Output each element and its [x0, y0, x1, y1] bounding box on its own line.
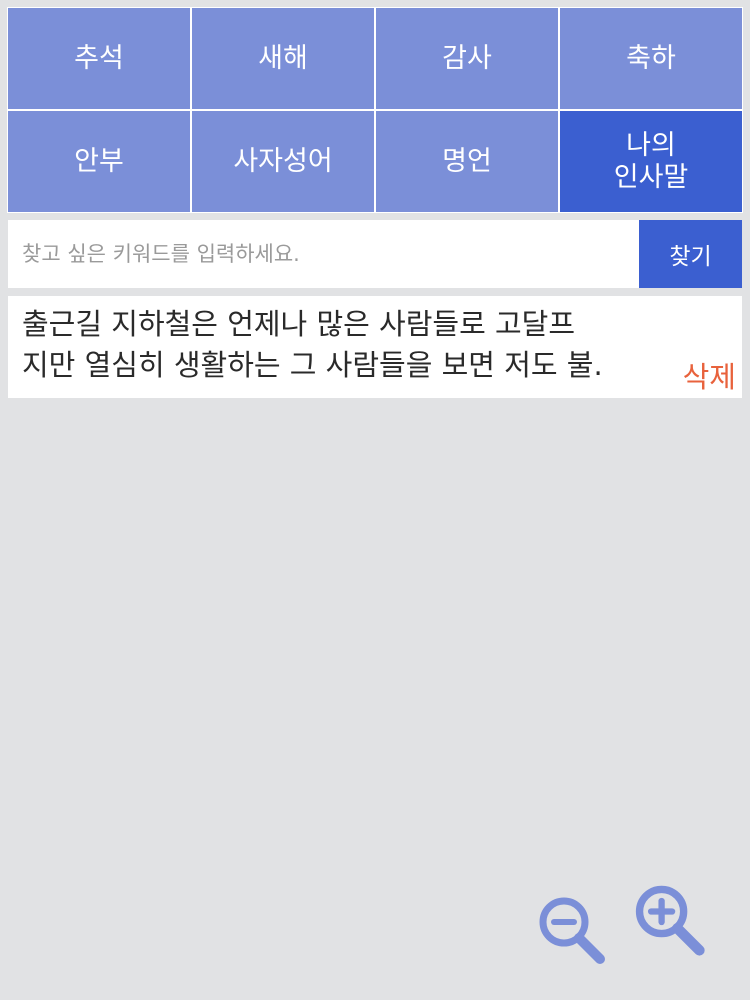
zoom-out-button[interactable] — [532, 892, 612, 972]
category-quotes[interactable]: 명언 — [376, 111, 558, 212]
search-bar: 찾기 — [8, 220, 742, 288]
message-card: 출근길 지하철은 언제나 많은 사람들로 고달프 지만 열심히 생활하는 그 사… — [8, 296, 742, 398]
message-line-1: 출근길 지하철은 언제나 많은 사람들로 고달프 — [22, 307, 576, 341]
category-grid: 추석 새해 감사 축하 안부 사자성어 명언 나의 인사말 — [7, 7, 743, 213]
zoom-in-button[interactable] — [628, 880, 708, 960]
category-regards[interactable]: 안부 — [8, 111, 190, 212]
zoom-out-icon — [539, 897, 605, 964]
message-text[interactable]: 출근길 지하철은 언제나 많은 사람들로 고달프 지만 열심히 생활하는 그 사… — [22, 304, 662, 386]
category-my-greetings[interactable]: 나의 인사말 — [560, 111, 742, 212]
category-idioms[interactable]: 사자성어 — [192, 111, 374, 212]
zoom-in-icon — [635, 885, 705, 956]
category-chuseok[interactable]: 추석 — [8, 8, 190, 109]
search-input[interactable] — [8, 220, 639, 288]
category-congratulations[interactable]: 축하 — [560, 8, 742, 109]
delete-button[interactable]: 삭제 — [683, 354, 736, 396]
search-button[interactable]: 찾기 — [639, 220, 742, 288]
category-new-year[interactable]: 새해 — [192, 8, 374, 109]
category-thanks[interactable]: 감사 — [376, 8, 558, 109]
message-line-2: 지만 열심히 생활하는 그 사람들을 보면 저도 불. — [22, 348, 603, 382]
